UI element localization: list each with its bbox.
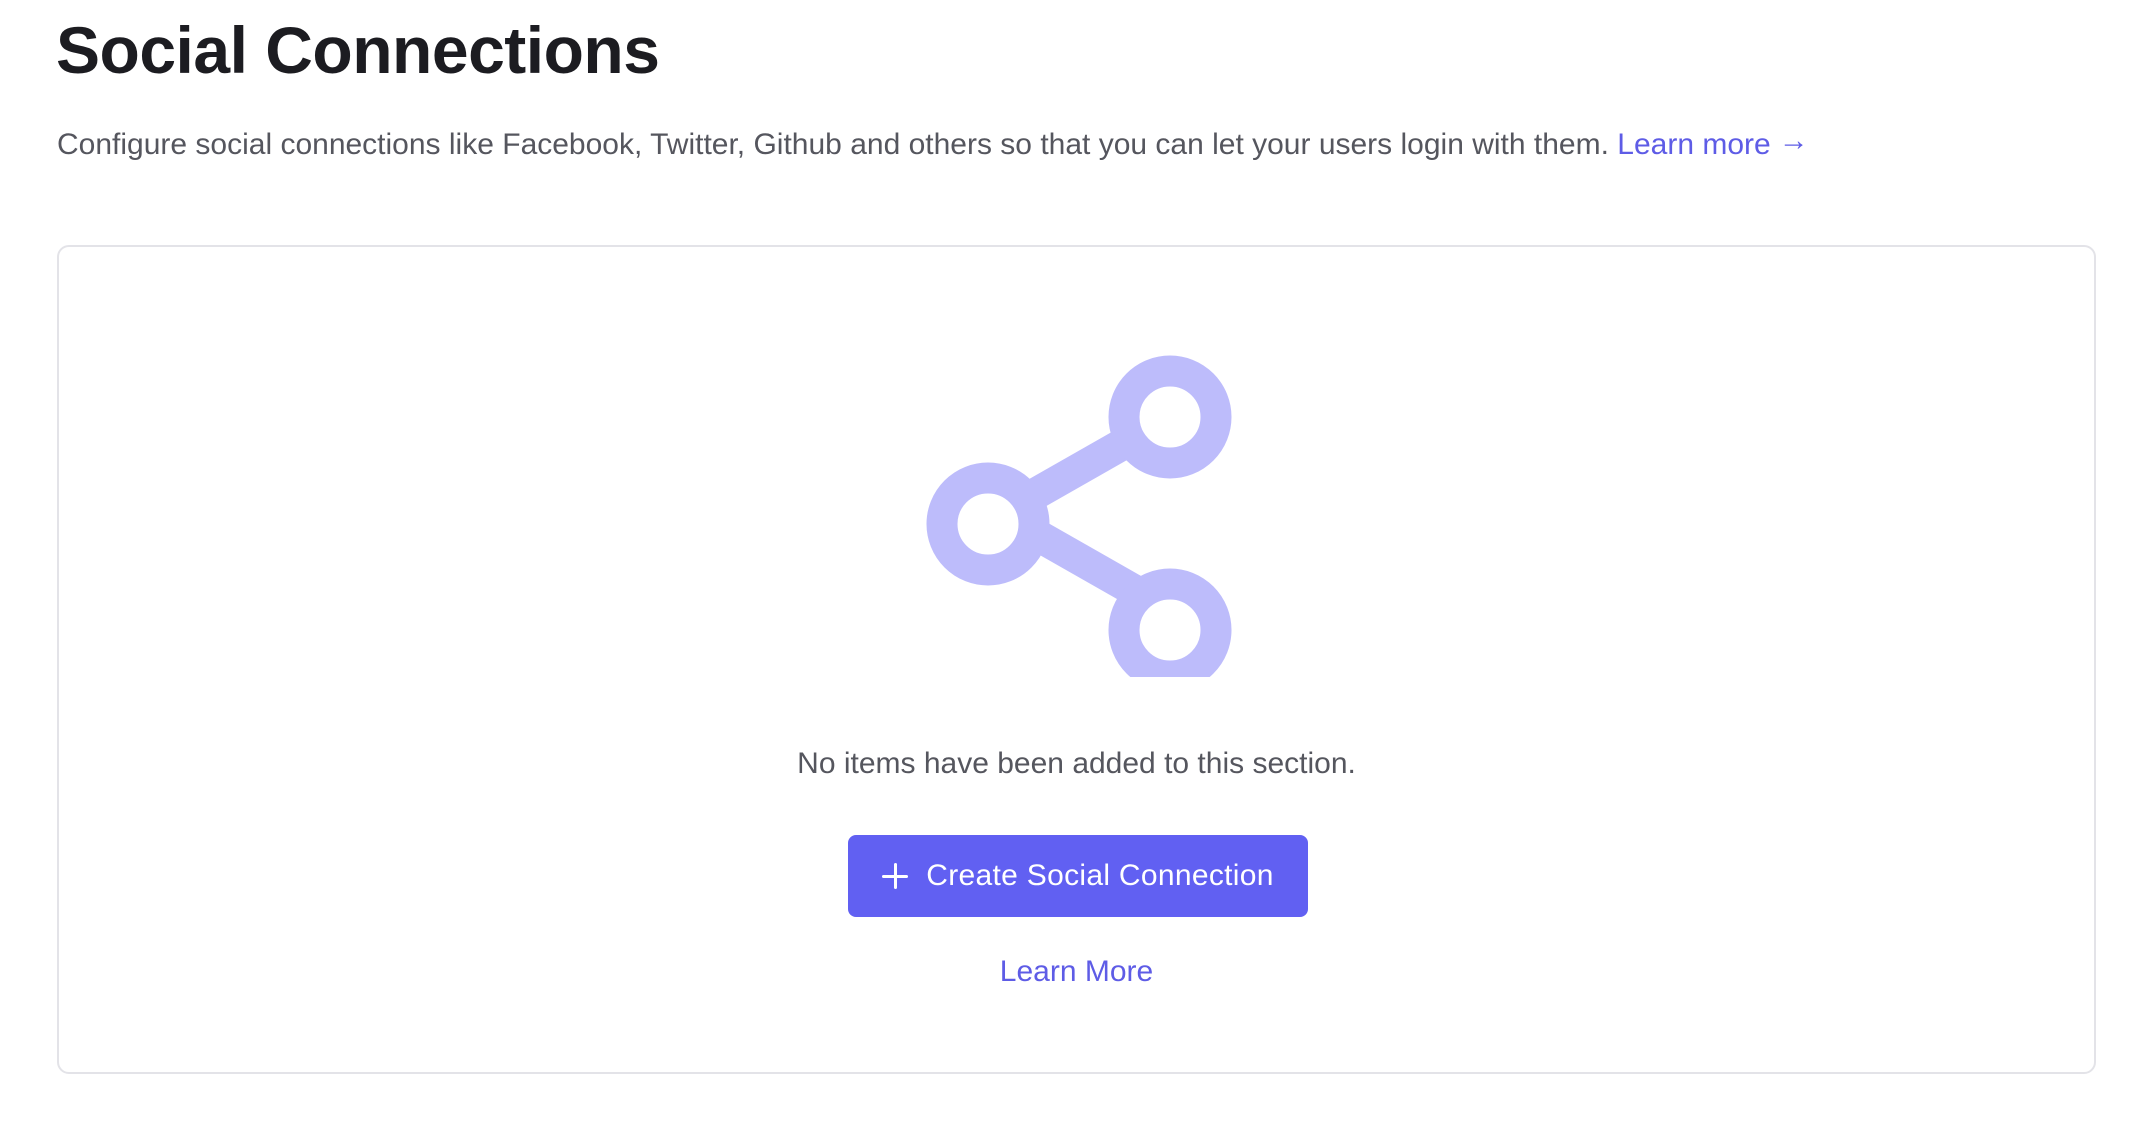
page-title: Social Connections [56,13,660,87]
page-description: Configure social connections like Facebo… [57,121,1809,165]
share-icon-node-left [926,462,1050,586]
share-icon-node-bottom [1108,568,1232,677]
arrow-right-icon: → [1778,124,1809,157]
learn-more-link[interactable]: Learn more → [1617,124,1808,161]
share-icon-node-top [1108,355,1232,479]
plus-icon [882,863,909,889]
learn-more-bottom-link-row: Learn More [59,952,2094,992]
create-social-connection-label: Create Social Connection [926,859,1274,892]
share-icon [926,355,1232,677]
learn-more-bottom-link[interactable]: Learn More [1000,955,1153,988]
empty-state-card: No items have been added to this section… [57,245,2096,1074]
create-social-connection-button[interactable]: Create Social Connection [848,835,1308,917]
empty-state-message: No items have been added to this section… [797,747,1356,780]
page-description-text: Configure social connections like Facebo… [57,128,1609,161]
learn-more-label: Learn more [1617,128,1771,161]
